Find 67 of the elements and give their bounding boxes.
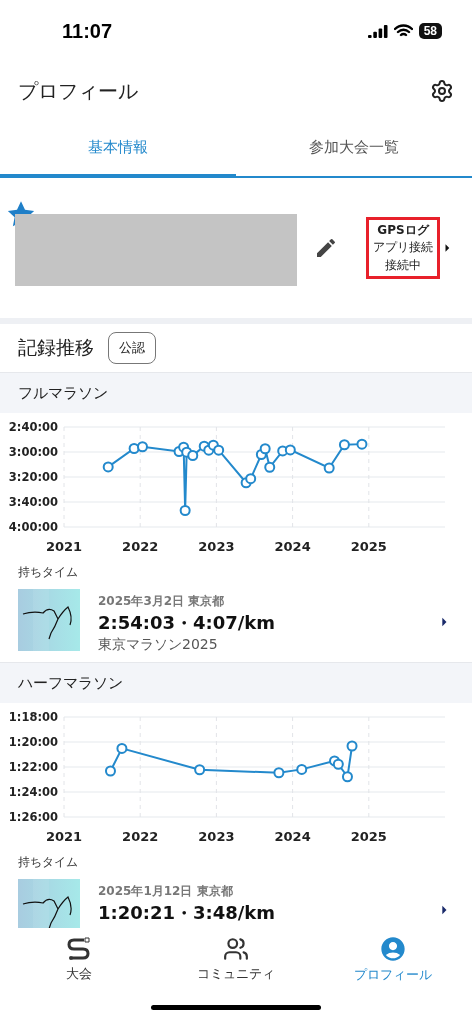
tab[interactable]: 基本情報 <box>0 120 236 178</box>
data-point <box>284 444 296 456</box>
axis-label: 2024 <box>274 539 311 554</box>
data-point <box>338 439 350 451</box>
axis-label: 2:40:00 <box>8 420 58 434</box>
page-title: プロフィール <box>18 77 138 105</box>
data-point <box>105 765 116 777</box>
axis-label: 2024 <box>274 829 311 844</box>
data-point <box>341 771 353 783</box>
data-point <box>213 444 225 456</box>
best-time-label: 持ちタイム <box>18 563 78 581</box>
nav-item[interactable]: コミュニティ <box>157 928 315 990</box>
race-meta: 2025年1月12日 東京都 <box>98 883 234 900</box>
axis-label: 2021 <box>45 829 83 844</box>
best-time: 2:54:03・4:07/km <box>98 611 277 635</box>
gps-connect-button[interactable]: GPSログ アプリ接続 接続中 <box>366 216 440 280</box>
edit-icon[interactable] <box>314 236 338 260</box>
data-point <box>356 438 368 450</box>
section-title: 記録推移 <box>18 335 94 360</box>
data-point <box>137 441 148 453</box>
data-point <box>296 763 308 775</box>
data-point <box>187 450 199 461</box>
category-header: フルマラソン <box>0 372 472 413</box>
data-point <box>264 461 276 473</box>
axis-label: 2023 <box>198 829 235 844</box>
axis-label: 3:00:00 <box>8 445 58 459</box>
data-point <box>346 740 358 752</box>
axis-label: 3:20:00 <box>8 470 58 484</box>
profile-icon <box>379 934 408 963</box>
data-point <box>179 505 191 516</box>
race-course-icon <box>65 935 92 962</box>
data-point <box>323 462 335 474</box>
best-time: 1:20:21・3:48/km <box>98 901 277 925</box>
category-header: ハーフマラソン <box>0 662 472 703</box>
axis-label: 1:20:00 <box>8 735 58 749</box>
nav-item[interactable]: 大会 <box>0 928 158 990</box>
battery-level: 58 <box>418 23 442 39</box>
data-point <box>273 767 285 779</box>
best-time-label: 持ちタイム <box>18 853 78 871</box>
wifi-icon <box>393 24 413 38</box>
axis-label: 2025 <box>350 829 387 844</box>
data-point <box>102 461 114 473</box>
data-point <box>332 758 344 770</box>
status-time: 11:07 <box>62 19 113 43</box>
data-point <box>245 473 257 485</box>
axis-label: 2021 <box>45 539 83 554</box>
filter-button[interactable]: 公認 <box>108 332 156 364</box>
nav-item[interactable]: プロフィール <box>314 928 472 990</box>
axis-label: 2022 <box>122 829 159 844</box>
axis-label: 1:22:00 <box>8 760 58 774</box>
data-point <box>194 764 206 776</box>
axis-label: 1:18:00 <box>8 710 58 724</box>
data-point <box>259 443 271 455</box>
race-meta: 2025年3月2日 東京都 <box>98 593 226 610</box>
axis-label: 2022 <box>122 539 159 554</box>
settings-icon[interactable] <box>430 79 454 103</box>
tab[interactable]: 参加大会一覧 <box>236 120 472 178</box>
data-point <box>116 742 128 754</box>
people-icon <box>223 935 249 962</box>
axis-label: 1:26:00 <box>8 810 58 824</box>
axis-label: 3:40:00 <box>8 495 58 509</box>
axis-label: 1:24:00 <box>8 785 58 799</box>
axis-label: 4:00:00 <box>8 520 58 534</box>
race-name: 東京マラソン2025 <box>98 636 219 654</box>
signal-icon <box>367 24 388 38</box>
axis-label: 2023 <box>198 539 235 554</box>
axis-label: 2025 <box>350 539 387 554</box>
